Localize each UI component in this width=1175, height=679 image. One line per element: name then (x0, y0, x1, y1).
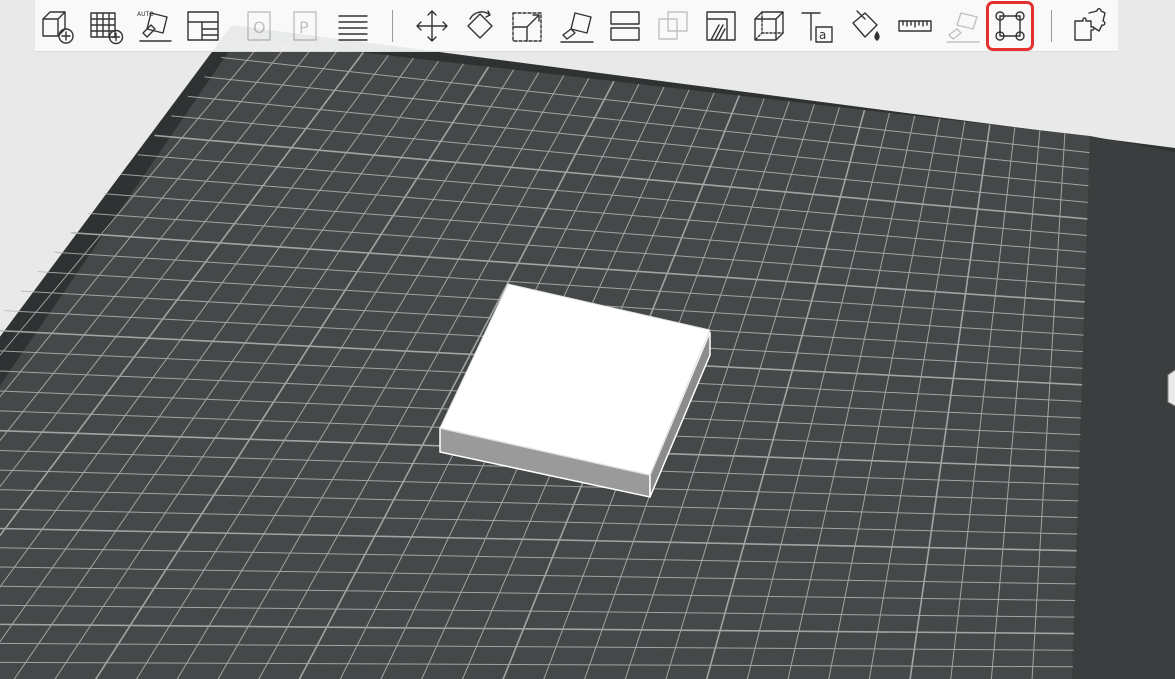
layout-panels-button[interactable] (183, 5, 223, 47)
merge-button (653, 5, 693, 47)
app-window: AUTO O P a (0, 0, 1175, 679)
toolbar-separator (392, 10, 393, 42)
fit-frame-button[interactable] (986, 1, 1034, 51)
grid-plus-icon (90, 12, 124, 45)
box-outline-icon (754, 11, 784, 41)
text-button[interactable]: a (797, 5, 837, 47)
auto-place-icon: AUTO (137, 11, 172, 42)
merge-icon (658, 11, 688, 40)
svg-text:P: P (299, 18, 309, 37)
layout-icon (187, 11, 219, 41)
measure-button[interactable] (895, 5, 935, 47)
split-button[interactable] (605, 5, 645, 47)
move-arrows-icon (416, 10, 448, 42)
puzzle-button[interactable] (1069, 5, 1109, 47)
svg-text:O: O (253, 18, 266, 37)
svg-text:a: a (819, 28, 826, 42)
letter-p-icon: P (293, 11, 317, 41)
layers-stack-icon (338, 15, 368, 41)
auto-arrange-button[interactable]: AUTO (135, 5, 175, 47)
scale-icon (512, 12, 542, 42)
split-icon (610, 11, 640, 41)
move-button[interactable] (412, 5, 452, 47)
auto-label: AUTO (137, 11, 154, 18)
add-shape-button[interactable] (37, 5, 77, 47)
lay-flat-icon (560, 12, 594, 43)
box-button[interactable] (749, 5, 789, 47)
ruler-icon (898, 20, 932, 32)
rotate-button[interactable] (460, 5, 500, 47)
text-icon: a (801, 12, 833, 43)
support-button (943, 5, 983, 47)
hollow-button[interactable] (701, 5, 741, 47)
toolbar: AUTO O P a (35, 0, 1118, 52)
support-icon (946, 12, 980, 43)
side-handle[interactable] (1167, 369, 1175, 407)
rotate-icon (467, 10, 493, 39)
add-grid-button[interactable] (86, 5, 126, 47)
layers-button[interactable] (333, 5, 373, 47)
paint-button[interactable] (845, 5, 885, 47)
build-plate-viewport[interactable] (0, 0, 1175, 679)
p-tool-button: P (285, 5, 325, 47)
paint-bucket-icon (852, 10, 880, 41)
frame-corners-icon (995, 11, 1025, 41)
scale-button[interactable] (507, 5, 547, 47)
toolbar-separator (1051, 10, 1052, 42)
letter-o-icon: O (247, 11, 271, 41)
build-plate-side (1072, 136, 1175, 679)
o-tool-button: O (239, 5, 279, 47)
cube-plus-icon (42, 11, 74, 44)
hollow-icon (706, 11, 736, 41)
puzzle-icon (1074, 8, 1106, 41)
lay-flat-button[interactable] (557, 5, 597, 47)
